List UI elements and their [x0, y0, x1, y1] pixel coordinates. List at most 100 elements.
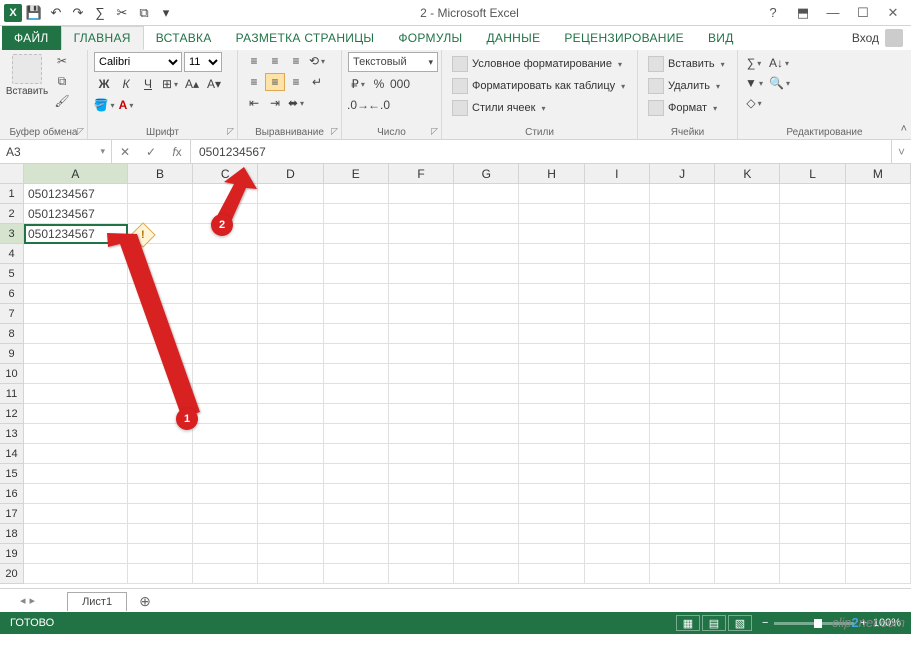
comma-format-button[interactable]: 000 — [390, 75, 410, 93]
cell-A7[interactable] — [24, 304, 128, 324]
column-header-J[interactable]: J — [650, 164, 715, 184]
number-format-select[interactable]: Текстовый▾ — [348, 52, 438, 72]
cell-B10[interactable] — [128, 364, 193, 384]
cell-H11[interactable] — [519, 384, 584, 404]
cell-G20[interactable] — [454, 564, 519, 584]
row-header-7[interactable]: 7 — [0, 304, 24, 324]
cell-K13[interactable] — [715, 424, 780, 444]
clear-button[interactable]: ◇ — [744, 94, 764, 112]
cell-K15[interactable] — [715, 464, 780, 484]
cell-M20[interactable] — [846, 564, 911, 584]
cell-L15[interactable] — [780, 464, 845, 484]
row-header-10[interactable]: 10 — [0, 364, 24, 384]
cell-D13[interactable] — [258, 424, 323, 444]
cell-M4[interactable] — [846, 244, 911, 264]
cell-E6[interactable] — [324, 284, 389, 304]
cell-G3[interactable] — [454, 224, 519, 244]
cell-G12[interactable] — [454, 404, 519, 424]
bold-button[interactable]: Ж — [94, 75, 114, 93]
cell-J6[interactable] — [650, 284, 715, 304]
find-select-button[interactable]: 🔍 — [765, 74, 794, 92]
ribbon-options-button[interactable]: ⬒ — [789, 3, 817, 23]
page-layout-view-button[interactable]: ▤ — [702, 615, 726, 631]
tab-home[interactable]: ГЛАВНАЯ — [61, 26, 144, 50]
save-icon[interactable]: 💾 — [24, 3, 44, 23]
cell-L12[interactable] — [780, 404, 845, 424]
decrease-decimal-button[interactable]: ←.0 — [369, 96, 389, 114]
column-header-G[interactable]: G — [454, 164, 519, 184]
cell-F19[interactable] — [389, 544, 454, 564]
cell-F7[interactable] — [389, 304, 454, 324]
column-header-F[interactable]: F — [389, 164, 454, 184]
cell-K5[interactable] — [715, 264, 780, 284]
help-button[interactable]: ? — [759, 3, 787, 23]
cell-C11[interactable] — [193, 384, 258, 404]
cell-C19[interactable] — [193, 544, 258, 564]
alignment-launcher-icon[interactable]: ◸ — [331, 126, 338, 137]
cell-J11[interactable] — [650, 384, 715, 404]
cell-L10[interactable] — [780, 364, 845, 384]
cell-D1[interactable] — [258, 184, 323, 204]
cell-I7[interactable] — [585, 304, 650, 324]
cell-E4[interactable] — [324, 244, 389, 264]
cell-K1[interactable] — [715, 184, 780, 204]
cell-I5[interactable] — [585, 264, 650, 284]
cell-I2[interactable] — [585, 204, 650, 224]
cell-D9[interactable] — [258, 344, 323, 364]
cell-K18[interactable] — [715, 524, 780, 544]
cell-A3[interactable]: 0501234567 — [24, 224, 128, 244]
cell-I1[interactable] — [585, 184, 650, 204]
cell-F6[interactable] — [389, 284, 454, 304]
cell-J17[interactable] — [650, 504, 715, 524]
cell-A2[interactable]: 0501234567 — [24, 204, 128, 224]
cell-M3[interactable] — [846, 224, 911, 244]
cell-B17[interactable] — [128, 504, 193, 524]
cell-A8[interactable] — [24, 324, 128, 344]
cell-A16[interactable] — [24, 484, 128, 504]
row-header-2[interactable]: 2 — [0, 204, 24, 224]
cell-K17[interactable] — [715, 504, 780, 524]
orientation-button[interactable]: ⟲ — [307, 52, 327, 70]
row-header-9[interactable]: 9 — [0, 344, 24, 364]
name-box[interactable]: A3▾ — [0, 140, 112, 163]
cell-E19[interactable] — [324, 544, 389, 564]
cell-I17[interactable] — [585, 504, 650, 524]
cell-G11[interactable] — [454, 384, 519, 404]
select-all-corner[interactable] — [0, 164, 24, 184]
cell-M19[interactable] — [846, 544, 911, 564]
conditional-formatting-button[interactable]: Условное форматирование — [448, 54, 626, 74]
cell-K2[interactable] — [715, 204, 780, 224]
cell-D18[interactable] — [258, 524, 323, 544]
cell-L18[interactable] — [780, 524, 845, 544]
cell-G14[interactable] — [454, 444, 519, 464]
cell-I13[interactable] — [585, 424, 650, 444]
cell-L14[interactable] — [780, 444, 845, 464]
row-header-17[interactable]: 17 — [0, 504, 24, 524]
new-sheet-button[interactable]: ⊕ — [129, 593, 161, 610]
insert-cells-button[interactable]: Вставить — [644, 54, 729, 74]
cell-M15[interactable] — [846, 464, 911, 484]
row-header-6[interactable]: 6 — [0, 284, 24, 304]
cell-L5[interactable] — [780, 264, 845, 284]
row-header-14[interactable]: 14 — [0, 444, 24, 464]
format-as-table-button[interactable]: Форматировать как таблицу — [448, 76, 629, 96]
cell-B20[interactable] — [128, 564, 193, 584]
cell-B8[interactable] — [128, 324, 193, 344]
cell-B16[interactable] — [128, 484, 193, 504]
tab-view[interactable]: ВИД — [696, 26, 746, 50]
row-header-5[interactable]: 5 — [0, 264, 24, 284]
cell-A15[interactable] — [24, 464, 128, 484]
cell-I12[interactable] — [585, 404, 650, 424]
cell-K10[interactable] — [715, 364, 780, 384]
column-header-D[interactable]: D — [258, 164, 323, 184]
cell-E11[interactable] — [324, 384, 389, 404]
cell-D11[interactable] — [258, 384, 323, 404]
cell-G17[interactable] — [454, 504, 519, 524]
cell-A20[interactable] — [24, 564, 128, 584]
cell-F5[interactable] — [389, 264, 454, 284]
copy-icon[interactable]: ⧉ — [134, 3, 154, 23]
cell-E9[interactable] — [324, 344, 389, 364]
cell-C17[interactable] — [193, 504, 258, 524]
cell-A1[interactable]: 0501234567 — [24, 184, 128, 204]
cell-H3[interactable] — [519, 224, 584, 244]
